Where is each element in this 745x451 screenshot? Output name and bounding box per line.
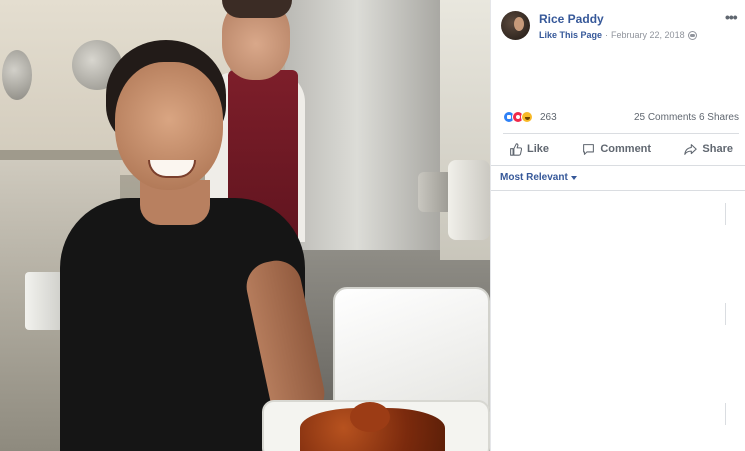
engagement-counts: 25 Comments 6 Shares: [634, 112, 739, 123]
reaction-count[interactable]: 263: [540, 112, 557, 123]
reactions-row: 263 25 Comments 6 Shares: [503, 110, 739, 126]
post-actions: Like Comment Share: [503, 134, 739, 164]
comments-scrollbar[interactable]: [725, 203, 728, 425]
meta-separator: ·: [605, 30, 609, 40]
like-page-link[interactable]: Like This Page: [539, 30, 602, 40]
caret-down-icon: [570, 175, 577, 180]
cook-hair: [222, 0, 292, 18]
post-photo[interactable]: [0, 0, 490, 451]
post-side-panel: Rice Paddy Like This Page · February 22,…: [490, 0, 745, 451]
post-header: Rice Paddy Like This Page · February 22,…: [501, 10, 741, 46]
rice-cooker: [448, 160, 490, 240]
page-avatar[interactable]: [501, 11, 530, 40]
divider: [491, 165, 745, 166]
orange-chicken: [350, 402, 390, 432]
haha-icon[interactable]: [521, 111, 533, 123]
share-button[interactable]: Share: [678, 139, 739, 160]
post-date[interactable]: February 22, 2018: [611, 30, 685, 40]
comment-button-label: Comment: [600, 143, 652, 155]
comment-sort-label: Most Relevant: [500, 172, 568, 183]
scrollbar-segment: [725, 403, 726, 425]
page-name-link[interactable]: Rice Paddy: [539, 12, 604, 26]
share-arrow-icon: [684, 143, 698, 155]
white-bucket: [25, 272, 63, 330]
comment-button[interactable]: Comment: [576, 139, 657, 160]
globe-icon: [687, 30, 697, 40]
share-button-label: Share: [702, 143, 733, 155]
hanging-pan: [2, 50, 32, 100]
comment-icon: [583, 143, 595, 155]
like-button-label: Like: [527, 143, 550, 155]
kitchen-shelf: [0, 150, 130, 160]
comment-sort-dropdown[interactable]: Most Relevant: [500, 172, 577, 183]
divider: [491, 190, 745, 191]
post-meta: Like This Page · February 22, 2018: [539, 30, 697, 40]
comments-count[interactable]: 25 Comments: [634, 112, 696, 123]
scrollbar-segment: [725, 303, 726, 325]
scrollbar-segment: [725, 203, 726, 225]
shares-count[interactable]: 6 Shares: [699, 112, 739, 123]
like-button[interactable]: Like: [503, 139, 555, 160]
thumbs-up-icon: [510, 142, 522, 156]
more-options-icon[interactable]: •••: [725, 10, 739, 24]
